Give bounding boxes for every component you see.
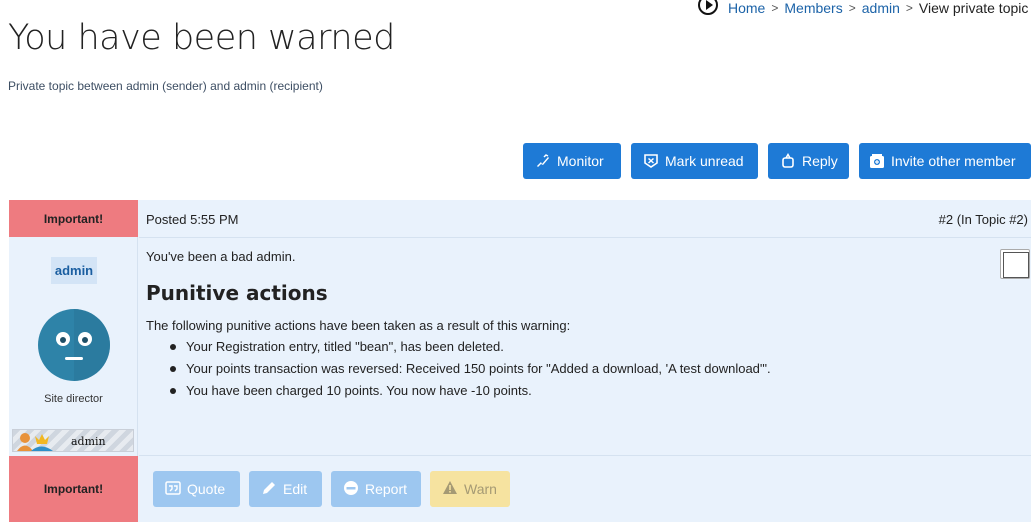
mark-unread-icon <box>643 153 659 169</box>
post: Important! admin Site director admin Imp… <box>9 200 1031 522</box>
monitor-label: Monitor <box>557 153 604 169</box>
list-item: Your points transaction was reversed: Re… <box>146 362 771 384</box>
breadcrumb-current: View private topic <box>918 0 1029 16</box>
invite-member-button[interactable]: Invite other member <box>859 143 1031 179</box>
edit-label: Edit <box>283 481 308 497</box>
edit-button[interactable]: Edit <box>249 471 322 507</box>
report-icon <box>343 480 359 499</box>
post-date[interactable]: Posted 5:55 PM <box>146 212 239 227</box>
post-header: Posted 5:55 PM #2 (In Topic #2) <box>139 200 1031 238</box>
breadcrumb-separator: > <box>905 1 913 15</box>
report-button[interactable]: Report <box>331 471 421 507</box>
post-message: You've been a bad admin. <box>146 249 296 264</box>
punitive-intro: The following punitive actions have been… <box>146 318 571 333</box>
user-card[interactable]: admin <box>12 429 134 452</box>
warn-label: Warn <box>464 481 497 497</box>
page-title: You have been warned <box>8 18 395 58</box>
important-label: Important! <box>9 200 138 237</box>
mark-unread-label: Mark unread <box>665 153 744 169</box>
post-author-panel: Important! admin Site director admin Imp… <box>9 200 138 522</box>
breadcrumb-members[interactable]: Members <box>784 0 842 16</box>
list-item: Your Registration entry, titled "bean", … <box>146 340 771 362</box>
pencil-icon <box>261 480 277 499</box>
punitive-list: Your Registration entry, titled "bean", … <box>146 340 771 406</box>
user-card-name: admin <box>71 435 106 448</box>
post-number[interactable]: #2 (In Topic #2) <box>939 212 1028 227</box>
mark-unread-button[interactable]: Mark unread <box>631 143 758 179</box>
breadcrumb-home[interactable]: Home <box>728 0 765 16</box>
post-actions: Quote Edit Report Warn <box>153 471 510 507</box>
quote-icon <box>165 480 181 499</box>
breadcrumb-admin[interactable]: admin <box>862 0 900 16</box>
reply-button[interactable]: Reply <box>768 143 849 179</box>
reply-icon <box>780 152 796 169</box>
monitor-icon <box>535 153 551 169</box>
breadcrumb-separator: > <box>848 1 856 15</box>
breadcrumb: Home > Members > admin > View private to… <box>698 0 1028 16</box>
warning-icon <box>442 480 458 499</box>
warn-button[interactable]: Warn <box>430 471 510 507</box>
avatar[interactable] <box>38 309 110 381</box>
topic-actions: Monitor Mark unread Reply Invite other m… <box>523 143 1031 179</box>
punitive-heading: Punitive actions <box>146 281 328 305</box>
author-role: Site director <box>44 393 103 405</box>
post-body: You've been a bad admin. Punitive action… <box>139 238 1031 456</box>
play-circle-icon <box>698 0 718 15</box>
page-subtitle: Private topic between admin (sender) and… <box>8 79 323 93</box>
important-label-bottom: Important! <box>9 456 138 522</box>
quote-label: Quote <box>187 481 226 497</box>
monitor-button[interactable]: Monitor <box>523 143 621 179</box>
invite-icon <box>869 153 885 169</box>
author-username[interactable]: admin <box>51 257 97 284</box>
user-card-icon <box>17 433 53 451</box>
select-post-checkbox[interactable] <box>1000 249 1030 279</box>
reply-label: Reply <box>802 153 838 169</box>
quote-button[interactable]: Quote <box>153 471 240 507</box>
list-item: You have been charged 10 points. You now… <box>146 384 771 406</box>
invite-label: Invite other member <box>891 153 1016 169</box>
breadcrumb-separator: > <box>771 1 779 15</box>
report-label: Report <box>365 481 408 497</box>
